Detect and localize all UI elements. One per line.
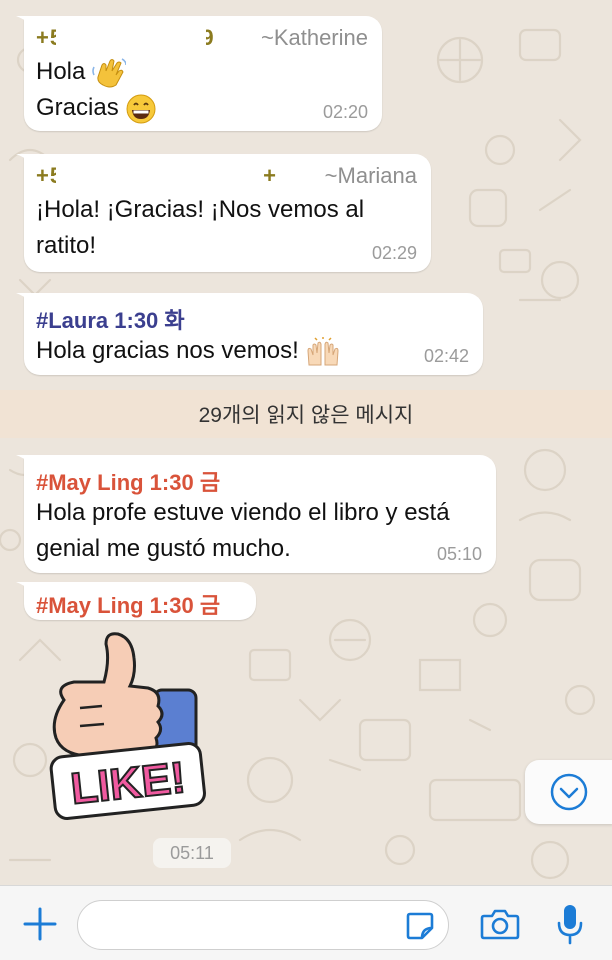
scroll-to-bottom-button[interactable] <box>525 760 612 824</box>
chevron-down-icon <box>550 773 588 811</box>
message-text: Hola profe estuve viendo el libro y está… <box>36 499 450 562</box>
message-composer <box>0 885 612 960</box>
microphone-button[interactable] <box>548 900 592 948</box>
message-time: 02:29 <box>371 243 417 263</box>
bubble-tail <box>16 582 36 600</box>
bubble-tail <box>16 293 36 311</box>
bubble-tail <box>16 455 36 473</box>
redaction-mask <box>56 161 256 187</box>
message-time: 02:20 <box>322 102 368 122</box>
message-text: ¡Hola! ¡Gracias! ¡Nos vemos al ratito! <box>36 196 365 259</box>
message-text: Hola Gracias <box>36 54 368 126</box>
camera-button[interactable] <box>476 902 524 946</box>
chat-area[interactable]: +509 ~Katherine Hola Gracias 02:20 +5+ ~… <box>0 0 612 885</box>
sender-tag[interactable]: #May Ling 1:30 금 <box>36 465 482 495</box>
camera-icon <box>480 909 520 940</box>
message-time: 05:10 <box>436 544 482 564</box>
sender-phone[interactable]: +509 <box>36 23 215 51</box>
attach-button[interactable] <box>18 902 62 946</box>
sender-line: +5 + ~Mariana <box>36 161 417 189</box>
sender-tag[interactable]: #May Ling 1:30 금 <box>36 588 244 620</box>
waving-hand-emoji <box>92 57 127 88</box>
sender-alias: ~Mariana <box>324 163 417 188</box>
sender-phone[interactable]: +5 + <box>36 161 277 189</box>
unread-messages-banner: 29개의 읽지 않은 메시지 <box>0 390 612 438</box>
message-bubble[interactable]: +5 + ~Mariana ¡Hola! ¡Gracias! ¡Nos vemos… <box>16 154 431 272</box>
sticker-icon <box>406 912 434 940</box>
message-bubble[interactable]: #Laura 1:30 화 Hola gracias nos vemos! 02… <box>16 293 483 375</box>
sticker-button[interactable] <box>400 906 440 946</box>
raising-hands-emoji <box>307 336 339 366</box>
bubble-tail <box>16 154 36 172</box>
message-text: Hola gracias nos vemos! <box>36 333 469 369</box>
plus-icon <box>23 907 57 941</box>
message-time: 02:42 <box>423 346 469 366</box>
sender-tag[interactable]: #Laura 1:30 화 <box>36 303 469 333</box>
grinning-face-emoji <box>126 94 156 124</box>
sender-line: +509 ~Katherine <box>36 23 368 51</box>
message-bubble[interactable]: +509 ~Katherine Hola Gracias 02:20 <box>16 16 382 131</box>
message-input[interactable] <box>77 900 449 950</box>
bubble-tail <box>16 16 36 34</box>
sender-alias: ~Katherine <box>260 25 368 50</box>
message-bubble[interactable]: #May Ling 1:30 금 Hola profe estuve viend… <box>16 455 496 573</box>
sticker-sender-bubble[interactable]: #May Ling 1:30 금 <box>16 582 256 620</box>
microphone-icon <box>557 905 583 945</box>
sticker-time: 05:11 <box>153 838 231 868</box>
thumbs-up-like-sticker[interactable]: LIKE! <box>44 630 214 835</box>
redaction-mask <box>56 23 206 49</box>
